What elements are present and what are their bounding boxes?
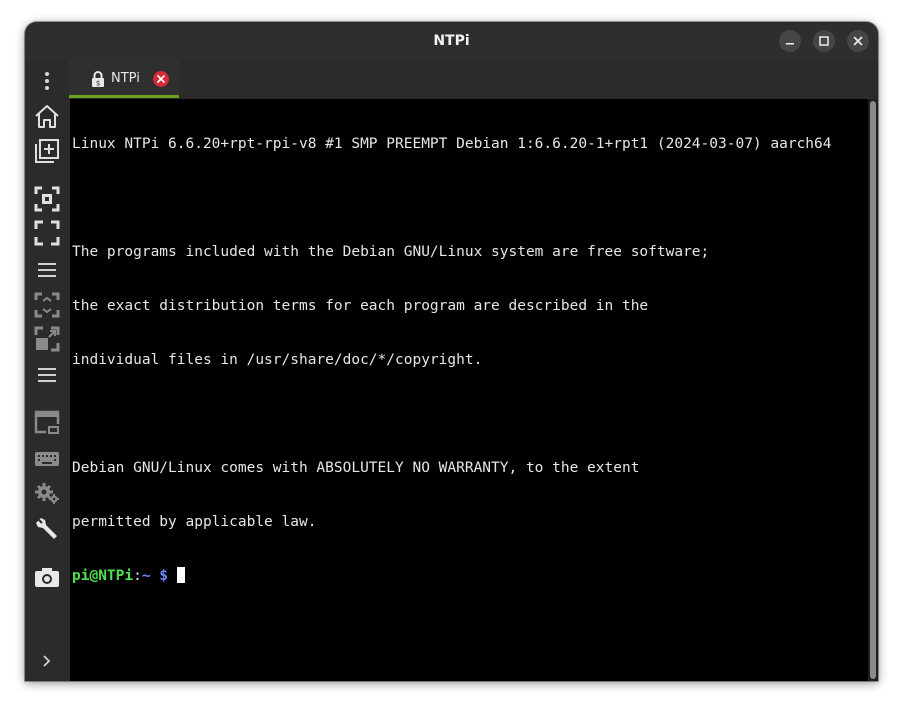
app-window: NTPi $ NTPi Linux NTPi 6.6.20+rpt-rpi-v8…: [25, 22, 878, 681]
minimize-icon: [786, 43, 794, 45]
tab-ntpi[interactable]: $ NTPi: [69, 60, 179, 98]
close-icon: [157, 75, 165, 83]
terminal-line: Debian GNU/Linux comes with ABSOLUTELY N…: [72, 460, 640, 476]
terminal-line: individual files in /usr/share/doc/*/cop…: [72, 352, 483, 368]
window-title: NTPi: [433, 33, 470, 49]
text-cursor: [176, 567, 185, 583]
new-tab-icon[interactable]: [34, 138, 60, 164]
close-button[interactable]: [847, 30, 869, 52]
terminal-scrollbar[interactable]: [868, 99, 878, 681]
scrollbar-thumb[interactable]: [870, 101, 876, 679]
menu-icon[interactable]: [34, 257, 60, 283]
fullscreen-icon[interactable]: [34, 220, 60, 246]
maximize-button[interactable]: [813, 30, 835, 52]
terminal-line: the exact distribution terms for each pr…: [72, 298, 649, 314]
menu-icon[interactable]: [34, 362, 60, 388]
picture-in-picture-icon[interactable]: [34, 410, 60, 436]
minimize-button[interactable]: [779, 30, 801, 52]
tab-bar: $ NTPi: [69, 60, 878, 98]
prompt-separator: :: [133, 568, 142, 584]
keyboard-icon[interactable]: [34, 446, 60, 472]
lock-icon: $: [91, 71, 105, 91]
chevron-right-icon[interactable]: [34, 648, 60, 674]
title-bar[interactable]: NTPi: [25, 22, 878, 60]
terminal-line: The programs included with the Debian GN…: [72, 244, 710, 260]
shell-prompt[interactable]: pi@NTPi:~ $: [72, 567, 832, 585]
maximize-icon: [819, 36, 829, 46]
terminal-output: Linux NTPi 6.6.20+rpt-rpi-v8 #1 SMP PREE…: [72, 99, 832, 621]
tab-label: NTPi: [111, 71, 140, 86]
terminal-line: permitted by applicable law.: [72, 514, 317, 530]
resize-window-icon[interactable]: [34, 292, 60, 318]
prompt-user-host: pi@NTPi: [72, 568, 134, 584]
close-icon: [853, 36, 863, 46]
wrench-icon[interactable]: [34, 516, 60, 542]
home-icon[interactable]: [34, 103, 60, 129]
camera-icon[interactable]: [34, 564, 60, 590]
terminal-line: Linux NTPi 6.6.20+rpt-rpi-v8 #1 SMP PREE…: [72, 136, 832, 152]
scale-icon[interactable]: [34, 326, 60, 352]
settings-icon[interactable]: [34, 480, 60, 506]
active-tab-indicator: [69, 95, 179, 98]
fit-screen-icon[interactable]: [34, 186, 60, 212]
tab-close-button[interactable]: [153, 71, 169, 87]
more-vertical-icon[interactable]: [34, 68, 60, 94]
prompt-path: ~ $: [141, 568, 169, 584]
sidebar: [25, 60, 69, 681]
svg-text:$: $: [96, 80, 100, 88]
terminal-view[interactable]: Linux NTPi 6.6.20+rpt-rpi-v8 #1 SMP PREE…: [70, 99, 868, 681]
